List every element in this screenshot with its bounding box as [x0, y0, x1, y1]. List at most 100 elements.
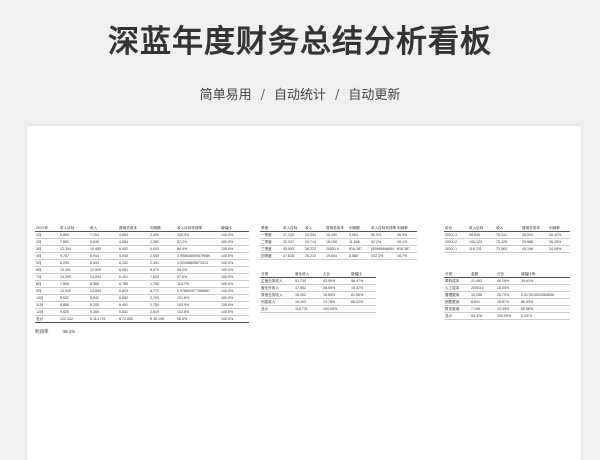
table-row: 一季度 27,130 24,554 15,490 9,064 90.5% 36.9% — [260, 231, 417, 239]
table-cell: 6,052 — [118, 245, 149, 253]
table-cell: 5,945 — [118, 252, 149, 260]
table-row: 20XX-1 118,701 73,563 45,198 34.08% — [444, 245, 570, 253]
monthly-table: 20XX年 收入目标 收入 费用总成本 利润额 收入目标完成率 增幅比 1月 9,883 7,25… — [35, 225, 249, 323]
income-table: 分类 营业收入 占比 增幅比 主营业务收入 51,730 43.55% 56.47% 营业外收入… — [260, 271, 376, 313]
table-cell: 6,823 — [118, 287, 149, 295]
table-cell: 13.78% — [322, 298, 350, 306]
table-cell: 7,254 — [89, 231, 118, 239]
table-cell: 105,123 — [468, 238, 495, 246]
table-cell: 84.4% — [176, 245, 220, 253]
profit-rate: 利润率 39.1% — [35, 329, 89, 335]
table-cell: 100.0% — [220, 287, 249, 295]
table-cell: 销售费用 — [444, 298, 470, 306]
table-cell: 0.996608590579989 — [176, 252, 220, 260]
table-cell: 主营业务收入 — [260, 277, 294, 285]
table-cell: 6,205 — [89, 301, 118, 309]
table-cell: 1.02408805673413 — [176, 259, 220, 267]
table-cell: 2,793 — [149, 294, 176, 302]
table-cell: 15.97% — [496, 298, 520, 306]
table-cell: 20XX-1 — [444, 245, 468, 253]
table-cell: 27,130 — [282, 231, 304, 239]
tagline-item: 自动更新 — [348, 88, 401, 103]
table-row: 20XX-3 98,545 76,341 28,004 28.42% — [444, 231, 570, 239]
table-cell: 7,505 — [59, 280, 89, 288]
table-cell: 29,714 — [304, 238, 325, 246]
table-cell: 37,552 — [294, 284, 322, 292]
table-cell: 35,553 — [282, 245, 304, 253]
table-cell: 27,616 — [282, 252, 304, 260]
table-cell: 100.00% — [322, 305, 350, 313]
table-cell: 118,701 — [468, 245, 495, 253]
table-cell: 73,563 — [495, 245, 521, 253]
table-cell: 24,554 — [304, 231, 325, 239]
table-cell: 10,455 — [89, 245, 118, 253]
table-cell: 90.5% — [370, 231, 396, 239]
table-cell: 8,585 — [89, 280, 118, 288]
table-cell: 96.8% — [176, 315, 220, 323]
tagline-item: 自动统计 — [273, 88, 326, 103]
column-header: 收入目标完成率 — [370, 225, 396, 232]
table-cell: 7,195 — [470, 305, 496, 313]
profit-rate-label: 利润率 — [35, 329, 49, 334]
table-row: 8月 7,505 8,585 6,785 1,780 114.7% 100.0% — [35, 280, 249, 288]
table-cell: 四季度 — [260, 252, 282, 260]
table-cell: 管理费用 — [444, 291, 470, 299]
table-cell: 39.1% — [396, 238, 417, 246]
table-cell: 53,478 — [470, 312, 496, 320]
table-row: 利息收入 16,303 13.78% 86.22% — [260, 298, 376, 306]
table-cell: ¥16,387 — [396, 245, 417, 253]
table-row: 3月 12,394 10,455 6,052 4,403 84.4% 100.0% — [35, 245, 249, 253]
table-cell: 总计 — [35, 315, 59, 323]
table-row: 10月 8,632 8,641 6,652 2,793 101.6% 100.0% — [35, 294, 249, 302]
table-cell: 61.55% — [350, 291, 376, 299]
table-cell: 43.55% — [322, 277, 350, 285]
table-cell: 6,051 — [118, 266, 149, 274]
table-cell: 14,399 — [59, 273, 89, 281]
table-cell: 18.00% — [496, 284, 520, 292]
table-cell: 原料成本 — [444, 277, 470, 285]
table-cell: 105.4% — [176, 231, 220, 239]
table-cell: 9,064 — [348, 231, 370, 239]
table-cell: 100.0% — [220, 266, 249, 274]
table-cell: 26,210 — [304, 252, 325, 260]
table-cell: 28.7% — [396, 252, 417, 260]
table-cell: 21,493 — [470, 277, 496, 285]
table-cell: 36.9% — [396, 231, 417, 239]
table-row: 总计 53,478 100.00% 5.1974 — [444, 312, 570, 320]
table-cell: 100.0% — [220, 280, 249, 288]
table-cell: 100.0% — [220, 294, 249, 302]
table-cell: 总计 — [260, 305, 294, 313]
table-cell: 16.65% — [322, 291, 350, 299]
table-cell: 3月 — [35, 245, 59, 253]
table-row: 营业外收入 37,552 28.59% 15.42% — [260, 284, 376, 292]
table-cell: 92.2% — [370, 238, 396, 246]
table-cell: 8,866 — [59, 301, 89, 309]
table-cell: 6月 — [35, 266, 59, 274]
table-cell: 18,052 — [294, 291, 322, 299]
table-cell: 32,247 — [282, 238, 304, 246]
table-cell: 总计 — [444, 312, 470, 320]
table-row: 管理费用 10,256 25.70% 0.917813520964536 — [444, 291, 570, 299]
table-cell: 28.59% — [322, 284, 350, 292]
table-cell: 三季度 — [260, 245, 282, 253]
table-cell: 100.00% — [496, 312, 520, 320]
table-cell: 10,256 — [470, 291, 496, 299]
table-row: 4月 9,707 8,944 5,945 2,599 0.996608590579989 1… — [35, 252, 249, 260]
table-cell: 100.0% — [220, 245, 249, 253]
table-cell: 5.1974 — [520, 312, 570, 320]
table-cell: 一季度 — [260, 231, 282, 239]
table-cell: 9,883 — [59, 231, 89, 239]
table-cell — [520, 284, 570, 292]
table-cell: 100.0% — [220, 252, 249, 260]
table-cell: 8,944 — [89, 252, 118, 260]
table-cell: 8,566 — [348, 252, 370, 260]
table-cell: 2,400 — [149, 231, 176, 239]
table-cell: 6,652 — [118, 294, 149, 302]
table-cell: 6,845 — [89, 238, 118, 246]
table-cell: 20551.9 — [325, 245, 348, 253]
table-cell: 8,233 — [59, 259, 89, 267]
table-cell: 87.2% — [176, 238, 220, 246]
table-cell: 0.978892977468867 — [176, 287, 220, 295]
table-cell: 7,603 — [149, 273, 176, 281]
table-cell: 39.61% — [520, 277, 570, 285]
